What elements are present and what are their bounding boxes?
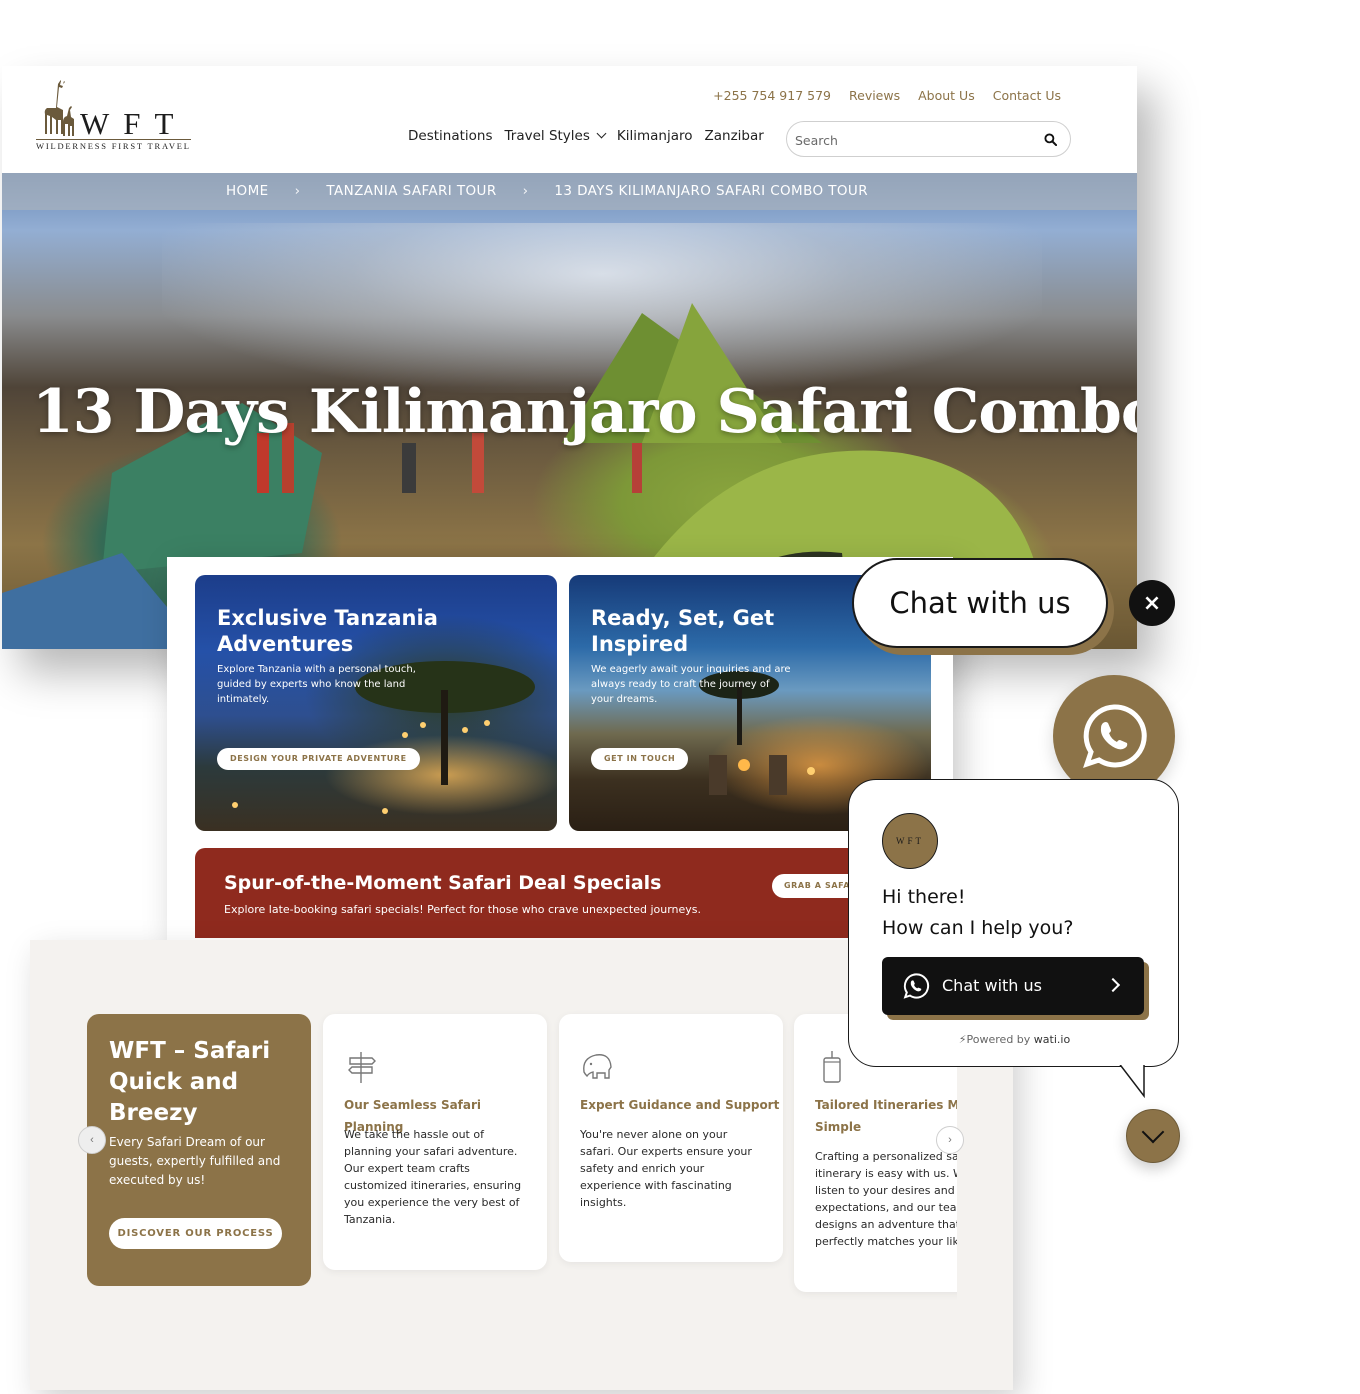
logo-tagline: WILDERNESS FIRST TRAVEL	[36, 139, 191, 151]
chat-question: How can I help you?	[882, 917, 1074, 939]
promo-text: We eagerly await your inquiries and are …	[591, 664, 791, 705]
signpost-icon	[348, 1052, 376, 1083]
chat-with-us-bubble[interactable]: Chat with us	[852, 558, 1108, 648]
phone-link[interactable]: +255 754 917 579	[713, 88, 831, 103]
search-box	[786, 121, 1071, 157]
top-links: +255 754 917 579 Reviews About Us Contac…	[713, 88, 1061, 103]
design-adventure-button[interactable]: DESIGN YOUR PRIVATE ADVENTURE	[217, 748, 420, 770]
powered-by[interactable]: ⚡Powered by wati.io	[849, 1033, 1180, 1046]
breadcrumb-current: 13 DAYS KILIMANJARO SAFARI COMBO TOUR	[554, 183, 868, 199]
lightning-icon: ⚡	[958, 1033, 967, 1046]
process-card: Expert Guidance and Support You're never…	[559, 1014, 783, 1262]
site-header: WFT WILDERNESS FIRST TRAVEL +255 754 917…	[2, 66, 1137, 173]
deal-banner[interactable]: Spur-of-the-Moment Safari Deal Specials …	[195, 848, 935, 938]
breadcrumb-separator: ›	[522, 183, 529, 199]
reviews-link[interactable]: Reviews	[849, 88, 900, 103]
search-input[interactable]	[795, 129, 1035, 151]
process-card-title: Expert Guidance and Support	[580, 1098, 780, 1112]
process-card: Our Seamless Safari Planning We take the…	[323, 1014, 547, 1270]
breadcrumb-bar: HOME › TANZANIA SAFARI TOUR › 13 DAYS KI…	[2, 173, 1137, 210]
elephant-icon	[583, 1054, 612, 1079]
powered-prefix: Powered by	[966, 1033, 1031, 1046]
nav-travel-styles-label: Travel Styles	[504, 128, 590, 144]
minimize-chat-button[interactable]	[1126, 1109, 1180, 1163]
whatsapp-icon	[903, 973, 930, 999]
lantern-icon	[823, 1051, 841, 1083]
start-chat-button[interactable]: Chat with us	[882, 957, 1144, 1015]
nav-travel-styles[interactable]: Travel Styles	[504, 128, 607, 144]
page-title: 13 Days Kilimanjaro Safari Combo Tour	[32, 377, 1137, 447]
promo-panel: Exclusive Tanzania Adventures Explore Ta…	[167, 557, 953, 940]
logo[interactable]: WFT WILDERNESS FIRST TRAVEL	[34, 80, 199, 152]
breadcrumb-tanzania-safari-tour[interactable]: TANZANIA SAFARI TOUR	[326, 183, 496, 199]
deal-title: Spur-of-the-Moment Safari Deal Specials	[224, 872, 662, 894]
chevron-down-icon	[1141, 1120, 1165, 1144]
avatar: WFT	[882, 813, 938, 869]
process-intro-text: Every Safari Dream of our guests, expert…	[109, 1135, 281, 1187]
start-chat-label: Chat with us	[942, 976, 1042, 995]
close-icon[interactable]: ×	[1129, 580, 1175, 626]
whatsapp-icon	[1083, 704, 1147, 768]
get-in-touch-button[interactable]: GET IN TOUCH	[591, 748, 689, 770]
giraffe-logo-icon	[44, 80, 74, 136]
main-nav: Destinations Travel Styles Kilimanjaro Z…	[408, 128, 764, 144]
chevron-down-icon	[596, 128, 607, 139]
breadcrumb-home[interactable]: HOME	[226, 183, 269, 199]
carousel-prev-button[interactable]: ‹	[78, 1126, 106, 1154]
chat-popup-tail	[1118, 1062, 1148, 1098]
promo-title: Ready, Set, Get Inspired	[591, 606, 775, 656]
about-us-link[interactable]: About Us	[918, 88, 975, 103]
breadcrumb-separator: ›	[294, 183, 301, 199]
chat-popup: WFT Hi there! How can I help you? Chat w…	[848, 779, 1179, 1067]
powered-brand: wati.io	[1033, 1033, 1071, 1046]
process-card-text: You're never alone on your safari. Our e…	[580, 1128, 752, 1209]
chevron-right-icon	[1105, 977, 1121, 993]
carousel-next-button[interactable]: ›	[936, 1126, 964, 1154]
discover-process-button[interactable]: DISCOVER OUR PROCESS	[109, 1218, 282, 1249]
composite-screenshot: WFT WILDERNESS FIRST TRAVEL +255 754 917…	[0, 0, 1360, 1394]
breadcrumb: HOME › TANZANIA SAFARI TOUR › 13 DAYS KI…	[226, 183, 868, 199]
process-intro-card: WFT – Safari Quick and Breezy Every Safa…	[87, 1014, 311, 1286]
process-intro-title: WFT – Safari Quick and Breezy	[109, 1038, 271, 1126]
contact-us-link[interactable]: Contact Us	[993, 88, 1061, 103]
search-icon[interactable]	[1044, 133, 1057, 146]
nav-zanzibar[interactable]: Zanzibar	[705, 128, 764, 144]
promo-text: Explore Tanzania with a personal touch, …	[217, 664, 416, 705]
promo-card-exclusive[interactable]: Exclusive Tanzania Adventures Explore Ta…	[195, 575, 557, 831]
promo-title: Exclusive Tanzania Adventures	[217, 606, 438, 656]
nav-destinations[interactable]: Destinations	[408, 128, 493, 144]
deal-text: Explore late-booking safari specials! Pe…	[224, 903, 702, 916]
process-card-text: We take the hassle out of planning your …	[344, 1128, 522, 1226]
nav-kilimanjaro[interactable]: Kilimanjaro	[617, 128, 693, 144]
avatar-text: WFT	[896, 836, 924, 846]
chat-greeting: Hi there!	[882, 886, 966, 908]
logo-letters: WFT	[80, 106, 188, 141]
